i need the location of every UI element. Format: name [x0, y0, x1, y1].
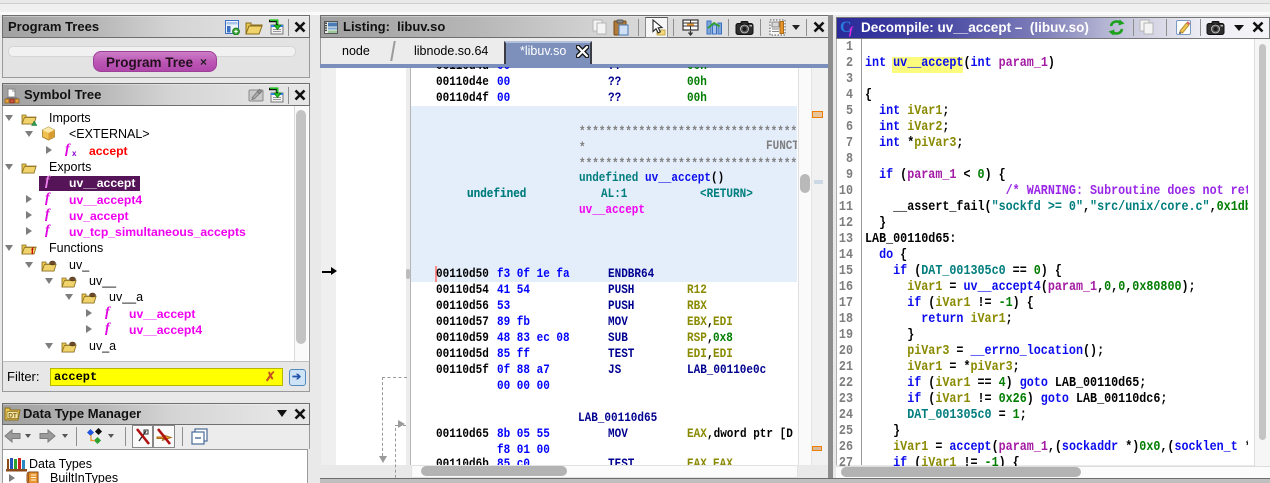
svg-text:DT: DT [8, 413, 17, 420]
